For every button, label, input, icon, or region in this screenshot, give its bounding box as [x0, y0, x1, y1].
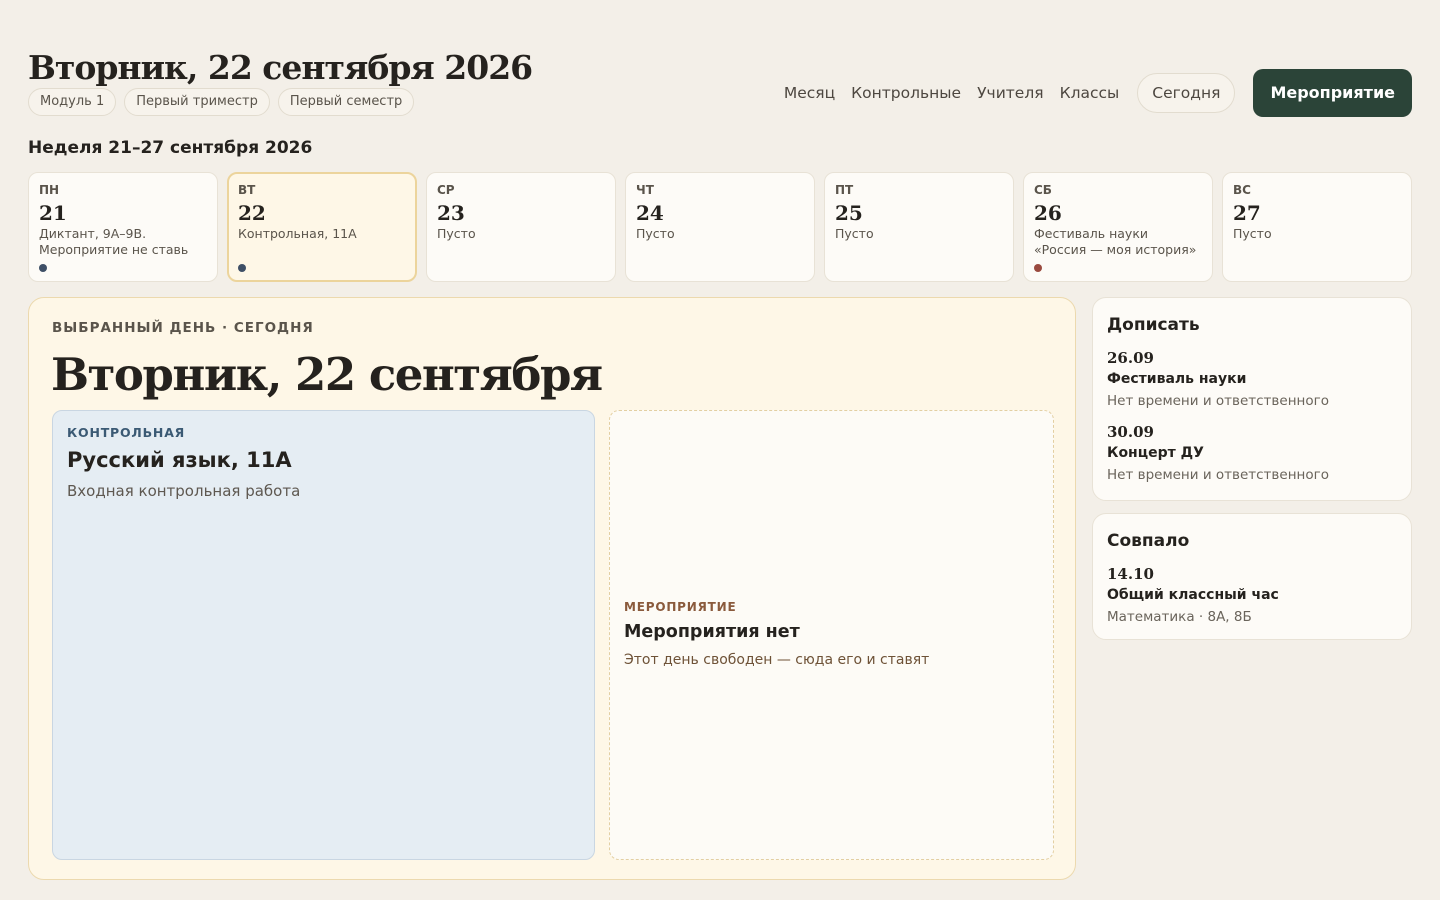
day-note: Пусто: [636, 226, 675, 241]
week-strip: ПН 21 Диктант, 9А–9В. Мероприятие не ста…: [28, 172, 1412, 282]
event-description: Этот день свободен — сюда его и ставят: [624, 652, 930, 668]
match-item-date: 14.10: [1107, 565, 1154, 583]
chip-semester[interactable]: Первый семестр: [277, 88, 415, 116]
add-event-button[interactable]: Мероприятие: [1253, 69, 1412, 117]
list-item[interactable]: 30.09 Концерт ДУ Нет времени и ответстве…: [1107, 422, 1397, 486]
today-button[interactable]: Сегодня: [1137, 73, 1236, 113]
day-abbr: СР: [437, 183, 455, 197]
header: Вторник, 22 сентября 2026 Модуль 1 Первы…: [28, 48, 533, 116]
todo-panel-title: Дописать: [1107, 315, 1200, 335]
control-title: Русский язык, 11А: [67, 448, 292, 472]
nav-tests[interactable]: Контрольные: [851, 69, 961, 117]
todo-item-name: Фестиваль науки: [1107, 371, 1247, 387]
day-card[interactable]: ПТ 25 Пусто: [824, 172, 1014, 282]
control-description: Входная контрольная работа: [67, 482, 301, 500]
nav-month[interactable]: Месяц: [784, 69, 835, 117]
day-number: 23: [437, 201, 465, 225]
day-card[interactable]: ПН 21 Диктант, 9А–9В. Мероприятие не ста…: [28, 172, 218, 282]
day-note: Пусто: [437, 226, 476, 241]
day-note: Пусто: [835, 226, 874, 241]
day-card[interactable]: СР 23 Пусто: [426, 172, 616, 282]
list-item[interactable]: 26.09 Фестиваль науки Нет времени и отве…: [1107, 348, 1397, 412]
day-note: Фестиваль науки «Россия — моя история»: [1034, 226, 1197, 257]
day-number: 26: [1034, 201, 1062, 225]
day-note: Диктант, 9А–9В. Мероприятие не ставь: [39, 226, 189, 257]
day-number: 25: [835, 201, 863, 225]
control-work-card[interactable]: КОНТРОЛЬНАЯ Русский язык, 11А Входная ко…: [52, 410, 595, 860]
match-item-note: Математика · 8А, 8Б: [1107, 609, 1252, 625]
day-number: 21: [39, 201, 67, 225]
day-abbr: ЧТ: [636, 183, 654, 197]
control-kicker: КОНТРОЛЬНАЯ: [67, 425, 186, 440]
week-label: Неделя 21–27 сентября 2026: [28, 138, 313, 158]
day-number: 24: [636, 201, 664, 225]
day-card[interactable]: ВТ 22 Контрольная, 11А: [227, 172, 417, 282]
day-marker-dot: [238, 264, 246, 272]
day-card[interactable]: ВС 27 Пусто: [1222, 172, 1412, 282]
chip-trimester[interactable]: Первый триместр: [124, 88, 270, 116]
todo-item-note: Нет времени и ответственного: [1107, 393, 1329, 409]
nav-classes[interactable]: Классы: [1060, 69, 1120, 117]
day-marker-dot: [39, 264, 47, 272]
chip-module[interactable]: Модуль 1: [28, 88, 117, 116]
event-slot-card[interactable]: МЕРОПРИЯТИЕ Мероприятия нет Этот день св…: [609, 410, 1054, 860]
nav-teachers[interactable]: Учителя: [977, 69, 1043, 117]
day-number: 22: [238, 201, 266, 225]
period-chips: Модуль 1 Первый триместр Первый семестр: [28, 88, 532, 116]
day-note: Контрольная, 11А: [238, 226, 357, 241]
day-abbr: СБ: [1034, 183, 1052, 197]
todo-item-name: Концерт ДУ: [1107, 445, 1204, 461]
todo-item-date: 26.09: [1107, 349, 1154, 367]
selected-day-title: Вторник, 22 сентября: [51, 348, 603, 401]
day-card[interactable]: СБ 26 Фестиваль науки «Россия — моя исто…: [1023, 172, 1213, 282]
todo-item-note: Нет времени и ответственного: [1107, 467, 1329, 483]
selected-day-panel: ВЫБРАННЫЙ ДЕНЬ · СЕГОДНЯ Вторник, 22 сен…: [28, 297, 1076, 880]
list-item[interactable]: 14.10 Общий классный час Математика · 8А…: [1107, 564, 1397, 628]
event-kicker: МЕРОПРИЯТИЕ: [624, 600, 737, 614]
match-panel: Совпало 14.10 Общий классный час Математ…: [1092, 513, 1412, 640]
top-nav: Месяц Контрольные Учителя Классы Сегодня…: [784, 69, 1412, 117]
selected-day-kicker: ВЫБРАННЫЙ ДЕНЬ · СЕГОДНЯ: [52, 320, 314, 336]
event-title: Мероприятия нет: [624, 622, 800, 642]
day-note: Пусто: [1233, 226, 1272, 241]
day-abbr: ПН: [39, 183, 60, 197]
page-title: Вторник, 22 сентября 2026: [28, 48, 533, 87]
day-card[interactable]: ЧТ 24 Пусто: [625, 172, 815, 282]
match-panel-title: Совпало: [1107, 531, 1190, 551]
day-number: 27: [1233, 201, 1261, 225]
day-marker-dot: [1034, 264, 1042, 272]
todo-panel: Дописать 26.09 Фестиваль науки Нет време…: [1092, 297, 1412, 501]
todo-item-date: 30.09: [1107, 423, 1154, 441]
day-abbr: ВТ: [238, 183, 256, 197]
event-slot-content: МЕРОПРИЯТИЕ Мероприятия нет Этот день св…: [624, 600, 929, 668]
match-item-name: Общий классный час: [1107, 587, 1279, 603]
day-abbr: ПТ: [835, 183, 854, 197]
day-abbr: ВС: [1233, 183, 1251, 197]
